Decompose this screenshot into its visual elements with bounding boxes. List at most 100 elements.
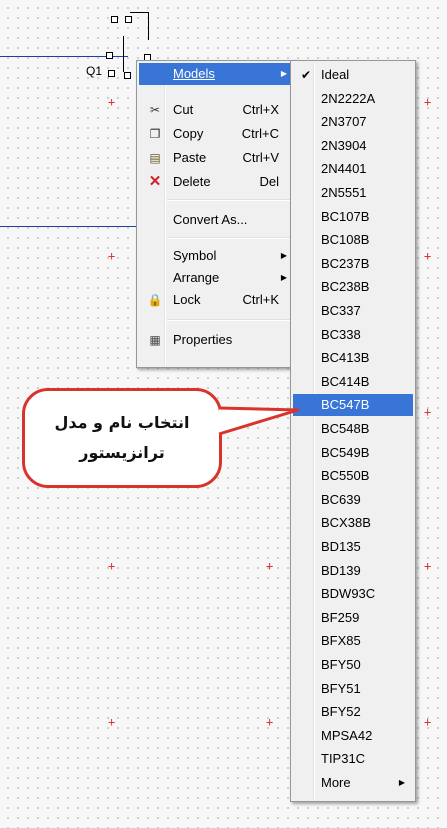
model-item[interactable]: BC107B [293, 206, 413, 228]
model-item[interactable]: BFY50 [293, 654, 413, 676]
model-label: BC413B [321, 350, 370, 366]
model-item[interactable]: 2N3707 [293, 111, 413, 133]
model-label: BC550B [321, 468, 370, 484]
model-item[interactable]: BC338 [293, 324, 413, 346]
model-item[interactable]: More ▶ [293, 772, 413, 794]
model-item[interactable]: BC238B [293, 276, 413, 298]
submenu-arrow-icon: ▶ [280, 69, 287, 78]
transistor-pin[interactable] [108, 70, 115, 77]
model-label: BC414B [321, 373, 370, 389]
model-item[interactable]: BDW93C [293, 583, 413, 605]
model-label: 2N3904 [321, 137, 367, 153]
grid-marker: + [108, 715, 116, 729]
model-label: BF259 [321, 609, 360, 625]
model-label: BFY50 [321, 657, 361, 672]
menu-item-lock[interactable]: 🔒 Lock Ctrl+K [139, 289, 293, 311]
menu-item-copy[interactable]: ❐ Copy Ctrl+C [139, 123, 293, 145]
model-item[interactable]: BC547B [293, 394, 413, 417]
model-label: More [321, 775, 351, 790]
menu-item-symbol[interactable]: Symbol ▶ [139, 245, 293, 267]
model-label: BC338 [321, 326, 361, 342]
model-item[interactable]: TIP31C [293, 748, 413, 770]
model-item[interactable]: 2N4401 [293, 158, 413, 180]
model-item[interactable]: BFY52 [293, 701, 413, 723]
menu-separator [167, 199, 291, 201]
menu-separator [167, 319, 291, 321]
menu-item-arrange[interactable]: Arrange ▶ [139, 267, 293, 289]
context-menu: Models ▶ ✂ Cut Ctrl+X ❐ Copy Ctrl+C ▤ Pa… [136, 60, 296, 368]
model-item[interactable]: BC550B [293, 465, 413, 487]
model-item[interactable]: BFY51 [293, 678, 413, 700]
model-item[interactable]: BC108B [293, 229, 413, 251]
model-label: BC547B [321, 397, 370, 413]
model-label: 2N3707 [321, 114, 367, 130]
menu-item-properties[interactable]: ▦ Properties [139, 329, 293, 351]
model-item[interactable]: BD135 [293, 536, 413, 558]
callout-pointer [214, 406, 300, 436]
grid-marker: + [266, 559, 274, 573]
model-item[interactable]: BC414B [293, 371, 413, 393]
grid-marker: + [424, 95, 432, 109]
grid-marker: + [424, 559, 432, 573]
properties-icon: ▦ [149, 333, 161, 347]
model-item[interactable]: ✔ Ideal [293, 64, 413, 86]
model-item[interactable]: BC639 [293, 489, 413, 511]
menu-item-models[interactable]: Models ▶ [139, 63, 293, 85]
transistor-pin[interactable] [125, 16, 132, 23]
model-label: BC639 [321, 491, 361, 507]
model-label: BCX38B [321, 515, 371, 531]
model-item[interactable]: MPSA42 [293, 725, 413, 747]
scissors-icon: ✂ [149, 103, 161, 117]
copy-icon: ❐ [149, 127, 161, 141]
component-label: Q1 [86, 64, 103, 78]
model-item[interactable]: BD139 [293, 560, 413, 582]
model-item[interactable]: BC237B [293, 253, 413, 275]
delete-icon: ✕ [148, 173, 162, 190]
model-label: BC548B [321, 421, 370, 436]
model-item[interactable]: BF259 [293, 607, 413, 629]
model-label: BFX85 [321, 633, 361, 649]
submenu-arrow-icon: ▶ [280, 251, 287, 260]
menu-item-delete[interactable]: ✕ Delete Del [139, 171, 293, 193]
transistor-pin[interactable] [111, 16, 118, 23]
model-label: BC108B [321, 232, 370, 248]
model-item[interactable]: BC337 [293, 300, 413, 322]
menu-item-convert-as[interactable]: Convert As... [139, 209, 293, 231]
model-label: BFY52 [321, 704, 361, 720]
grid-marker: + [424, 405, 432, 419]
transistor-lead-top [130, 12, 148, 13]
model-label: BC549B [321, 444, 370, 460]
grid-marker: + [108, 95, 116, 109]
model-item[interactable]: BC549B [293, 442, 413, 464]
model-label: BFY51 [321, 680, 361, 696]
model-label: BC238B [321, 279, 370, 295]
annotation-callout: انتخاب نام و مدل ترانزیستور [22, 388, 222, 488]
callout-line-1: انتخاب نام و مدل [54, 413, 190, 432]
model-item[interactable]: 2N5551 [293, 182, 413, 204]
model-label: MPSA42 [321, 727, 373, 743]
model-item[interactable]: 2N2222A [293, 88, 413, 110]
model-label: TIP31C [321, 751, 366, 767]
model-item[interactable]: BFX85 [293, 630, 413, 652]
model-label: 2N4401 [321, 161, 367, 177]
model-item[interactable]: BC413B [293, 347, 413, 369]
menu-item-cut[interactable]: ✂ Cut Ctrl+X [139, 99, 293, 121]
model-label: BD135 [321, 539, 361, 554]
model-label: 2N5551 [321, 185, 367, 200]
grid-marker: + [108, 559, 116, 573]
transistor-pin[interactable] [106, 52, 113, 59]
submenu-arrow-icon: ▶ [398, 778, 405, 787]
model-item[interactable]: BC548B [293, 418, 413, 440]
transistor-body-line [123, 36, 124, 72]
model-label: Ideal [321, 67, 350, 82]
model-label: BC337 [321, 303, 361, 318]
model-item[interactable]: BCX38B [293, 512, 413, 534]
menu-item-paste[interactable]: ▤ Paste Ctrl+V [139, 147, 293, 169]
grid-marker: + [424, 249, 432, 263]
model-item[interactable]: 2N3904 [293, 135, 413, 157]
transistor-pin[interactable] [124, 72, 131, 79]
model-label: BC237B [321, 255, 370, 271]
checkmark-icon: ✔ [301, 68, 312, 82]
grid-marker: + [108, 249, 116, 263]
lock-icon: 🔒 [147, 293, 163, 307]
